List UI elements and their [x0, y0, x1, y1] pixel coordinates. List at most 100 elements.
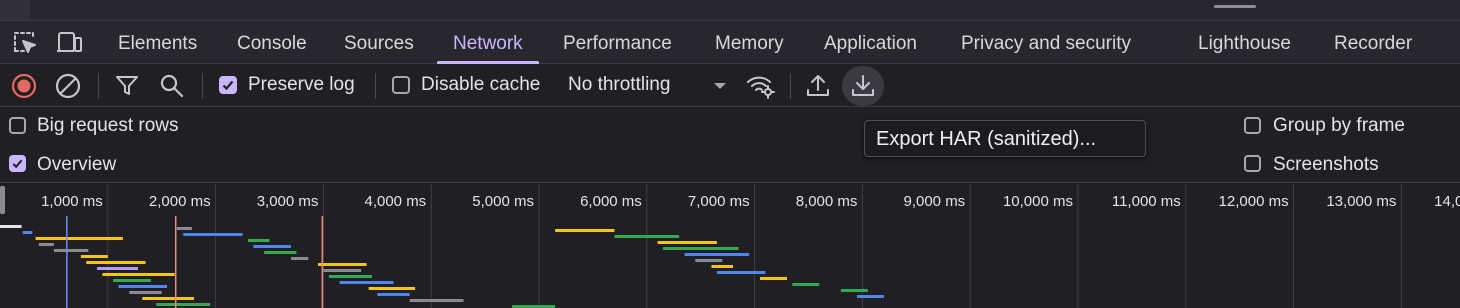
- wifi-settings-icon[interactable]: [746, 72, 775, 100]
- tab-memory[interactable]: Memory: [715, 21, 784, 64]
- big-request-rows-label[interactable]: Big request rows: [37, 115, 179, 137]
- drawer-resize-grip[interactable]: [1214, 5, 1256, 8]
- request-bar: [759, 277, 787, 280]
- upload-icon[interactable]: [804, 72, 832, 100]
- request-bar: [684, 253, 750, 256]
- request-bar: [716, 271, 766, 274]
- tab-recorder[interactable]: Recorder: [1334, 21, 1412, 64]
- request-bar: [0, 225, 22, 228]
- tab-network[interactable]: Network: [437, 21, 539, 64]
- tick-label: 10,000 ms: [1003, 193, 1073, 210]
- tab-privacy-and-security[interactable]: Privacy and security: [961, 21, 1131, 64]
- overview-chart: 1,000 ms 2,000 ms 3,000 ms 4,000 ms 5,000 ms…: [0, 184, 1460, 308]
- tick-label: 4,000 ms: [364, 193, 426, 210]
- clear-icon[interactable]: [54, 72, 82, 100]
- export-har-tooltip: Export HAR (sanitized)...: [864, 120, 1146, 157]
- request-bar: [323, 269, 362, 272]
- request-bar: [97, 267, 138, 270]
- request-bar: [792, 283, 820, 286]
- tab-sources[interactable]: Sources: [344, 21, 414, 64]
- request-bar: [339, 281, 394, 284]
- tab-performance[interactable]: Performance: [563, 21, 672, 64]
- tick-label: 3,000 ms: [257, 193, 319, 210]
- request-bar: [118, 285, 168, 288]
- request-bar: [711, 265, 734, 268]
- request-bar: [328, 275, 372, 278]
- preserve-log-checkbox[interactable]: [219, 76, 237, 94]
- tab-application[interactable]: Application: [824, 21, 917, 64]
- request-bar: [86, 261, 146, 264]
- tick-label: 7,000 ms: [688, 193, 750, 210]
- overview-window-handle[interactable]: [0, 186, 5, 214]
- request-bar: [695, 259, 723, 262]
- overview-label[interactable]: Overview: [37, 154, 116, 176]
- disable-cache-label[interactable]: Disable cache: [421, 74, 540, 96]
- request-bar: [53, 249, 89, 252]
- group-by-frame-checkbox[interactable]: [1244, 117, 1261, 134]
- search-icon[interactable]: [158, 72, 186, 100]
- network-settings-pane: Big request rows Overview Group by frame…: [0, 107, 1460, 183]
- request-bar: [840, 289, 868, 292]
- request-bar: [80, 255, 108, 258]
- request-bar: [38, 243, 54, 246]
- big-request-rows-checkbox[interactable]: [9, 117, 26, 134]
- tab-elements[interactable]: Elements: [118, 21, 197, 64]
- network-toolbar: Preserve log Disable cache No throttling: [0, 64, 1460, 107]
- devtools-tab-bar: Elements Console Sources Network Perform…: [0, 20, 1460, 64]
- request-bar: [156, 303, 211, 306]
- toolbar-separator: [202, 73, 203, 99]
- tick-label: 12,000 ms: [1219, 193, 1289, 210]
- tick-label: 9,000 ms: [903, 193, 965, 210]
- tick-label: 13,000 ms: [1326, 193, 1396, 210]
- tick-label: 1,000 ms: [41, 193, 103, 210]
- record-stop-icon[interactable]: [10, 72, 38, 100]
- request-bar: [555, 229, 615, 232]
- request-bar: [368, 287, 416, 290]
- request-bar: [247, 239, 270, 242]
- request-bar: [662, 247, 739, 250]
- request-bar: [176, 227, 192, 230]
- request-bar: [102, 273, 175, 276]
- screenshots-label[interactable]: Screenshots: [1273, 154, 1379, 176]
- request-bar: [614, 235, 680, 238]
- throttling-select[interactable]: No throttling: [568, 74, 670, 96]
- inspect-element-icon[interactable]: [12, 30, 38, 56]
- request-bar: [318, 263, 367, 266]
- window-top-strip: [0, 0, 1460, 20]
- tick-label: 14,000 ms: [1434, 193, 1460, 210]
- toolbar-separator: [375, 73, 376, 99]
- overview-checkbox[interactable]: [9, 155, 26, 172]
- request-bar: [377, 293, 410, 296]
- preserve-log-label[interactable]: Preserve log: [248, 74, 355, 96]
- toolbar-separator: [790, 73, 791, 99]
- chevron-down-icon[interactable]: [708, 74, 732, 98]
- tab-console[interactable]: Console: [237, 21, 307, 64]
- device-toolbar-icon[interactable]: [55, 30, 82, 56]
- tick-label: 11,000 ms: [1112, 193, 1181, 210]
- download-icon: [849, 72, 877, 100]
- request-bar: [129, 291, 162, 294]
- filter-icon[interactable]: [113, 72, 141, 100]
- request-bar: [857, 295, 884, 298]
- toolbar-separator: [98, 73, 99, 99]
- request-bar: [264, 251, 297, 254]
- request-bar: [35, 237, 123, 240]
- request-bar: [657, 241, 717, 244]
- request-bar: [22, 231, 33, 234]
- tick-label: 8,000 ms: [796, 193, 858, 210]
- request-bar: [291, 257, 309, 260]
- request-bar: [409, 299, 464, 302]
- group-by-frame-label[interactable]: Group by frame: [1273, 115, 1405, 137]
- request-bar: [113, 279, 151, 282]
- request-bar: [183, 233, 243, 236]
- export-har-button[interactable]: [842, 66, 884, 106]
- network-overview-timeline[interactable]: 1,000 ms 2,000 ms 3,000 ms 4,000 ms 5,000 ms…: [0, 184, 1460, 308]
- tab-lighthouse[interactable]: Lighthouse: [1198, 21, 1291, 64]
- request-bar: [253, 245, 292, 248]
- request-bar: [142, 297, 195, 300]
- screenshots-checkbox[interactable]: [1244, 155, 1261, 172]
- panel-left-edge: [0, 0, 30, 20]
- tick-label: 5,000 ms: [472, 193, 534, 210]
- tick-label: 2,000 ms: [149, 193, 211, 210]
- disable-cache-checkbox[interactable]: [392, 76, 410, 94]
